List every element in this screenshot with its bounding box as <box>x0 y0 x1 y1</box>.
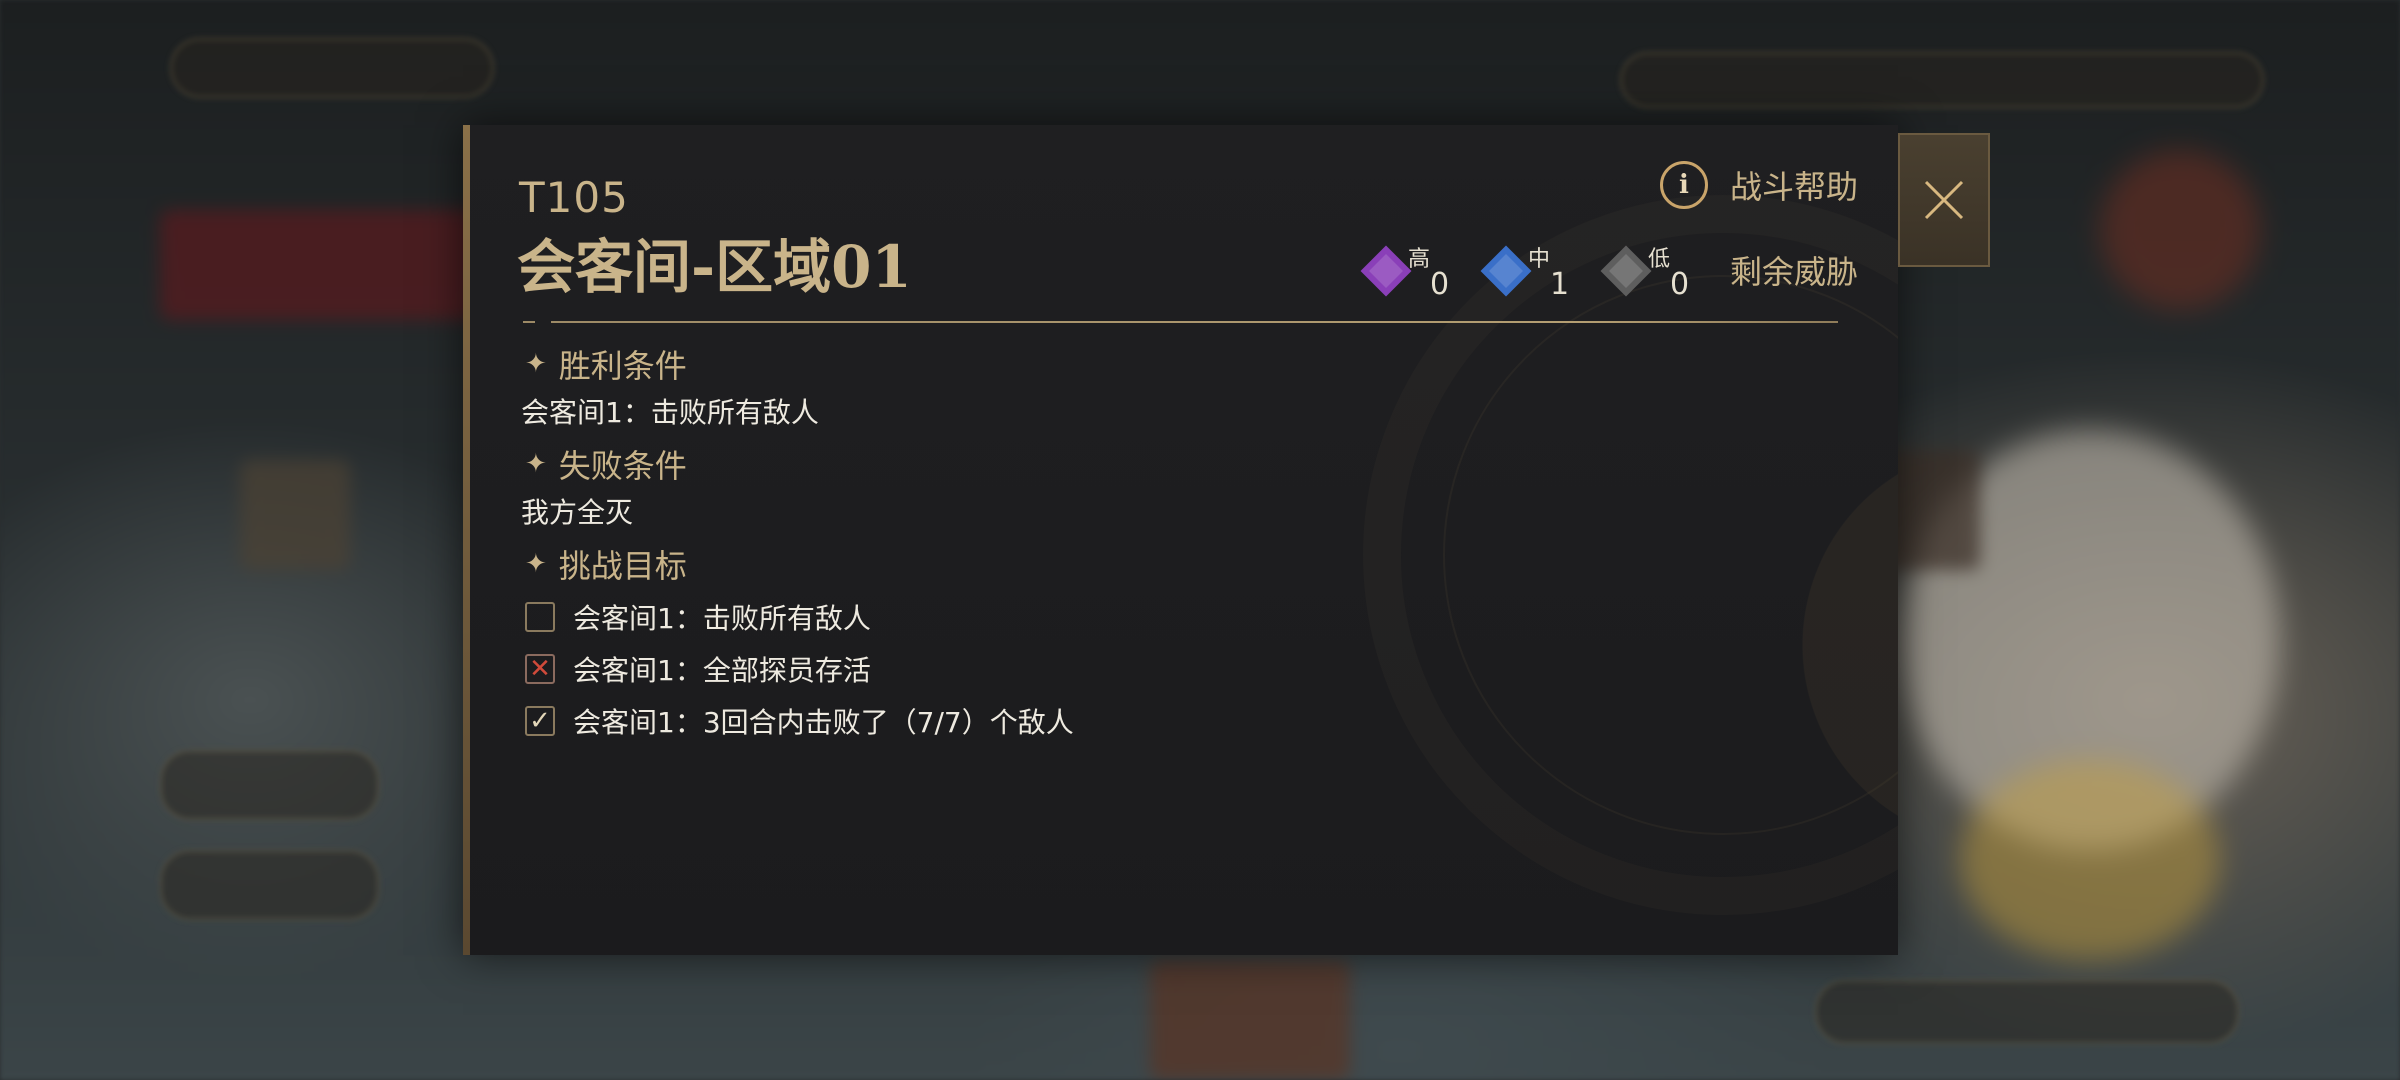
remaining-threat: 高 0 中 1 低 0 剩余威胁 <box>1360 230 1858 310</box>
hud-top-left <box>170 38 494 98</box>
threat-medium: 中 1 <box>1480 235 1600 305</box>
challenge-goal-3: ✓ 会客间1：3回合内击败了（7/7）个敌人 <box>525 701 1074 741</box>
stage-code: T105 <box>519 173 629 222</box>
checkbox-checked-icon: ✓ <box>525 706 555 736</box>
remaining-threat-label: 剩余威胁 <box>1729 253 1858 291</box>
hud-bottom-right <box>1815 980 2239 1044</box>
hud-top-right <box>1620 52 2264 108</box>
challenge-goal-text: 会客间1：击败所有敌人 <box>573 602 871 635</box>
checkbox-empty-icon <box>525 602 555 632</box>
challenge-title: ✦ 挑战目标 <box>525 541 687 587</box>
challenge-goal-2: ✕ 会客间1：全部探员存活 <box>525 649 871 689</box>
threat-medium-count: 1 <box>1549 267 1570 302</box>
close-icon <box>1924 180 1964 220</box>
challenge-title-text: 挑战目标 <box>558 547 687 585</box>
star-icon: ✦ <box>525 549 547 579</box>
victory-title-text: 胜利条件 <box>558 347 687 385</box>
close-button[interactable] <box>1898 133 1990 267</box>
defeat-title: ✦ 失败条件 <box>525 441 687 487</box>
threat-low-diamond-icon <box>1600 245 1652 297</box>
challenge-goal-text: 会客间1：全部探员存活 <box>573 654 871 687</box>
hud-left-button-2 <box>160 850 379 920</box>
threat-high-diamond-icon <box>1360 245 1412 297</box>
battle-info-panel: T105 会客间-区域01 i 战斗帮助 高 0 中 1 低 0 剩余威胁 ✦ … <box>463 125 1898 955</box>
threat-medium-label: 中 <box>1527 247 1550 272</box>
hud-left-button-1 <box>160 750 379 820</box>
info-icon: i <box>1659 161 1708 209</box>
header-divider <box>523 321 1838 323</box>
challenge-goal-text: 会客间1：3回合内击败了（7/7）个敌人 <box>573 706 1074 739</box>
threat-high-count: 0 <box>1429 267 1450 302</box>
stage-name: 会客间-区域01 <box>517 233 912 301</box>
victory-text: 会客间1：击败所有敌人 <box>521 396 819 429</box>
defeat-title-text: 失败条件 <box>558 447 687 485</box>
threat-high-label: 高 <box>1407 247 1430 272</box>
star-icon: ✦ <box>525 349 547 379</box>
challenge-goal-1: 会客间1：击败所有敌人 <box>525 597 871 637</box>
threat-low-label: 低 <box>1647 247 1670 272</box>
battle-help-label: 战斗帮助 <box>1729 168 1858 206</box>
panel-accent-bar <box>463 125 470 955</box>
threat-low: 低 0 <box>1600 235 1720 305</box>
checkbox-failed-icon: ✕ <box>525 654 555 684</box>
threat-high: 高 0 <box>1360 235 1480 305</box>
battle-help-button[interactable]: i 战斗帮助 <box>1659 155 1858 215</box>
threat-medium-diamond-icon <box>1480 245 1532 297</box>
star-icon: ✦ <box>525 449 547 479</box>
victory-title: ✦ 胜利条件 <box>525 341 687 387</box>
threat-low-count: 0 <box>1669 267 1690 302</box>
defeat-text: 我方全灭 <box>521 496 634 529</box>
